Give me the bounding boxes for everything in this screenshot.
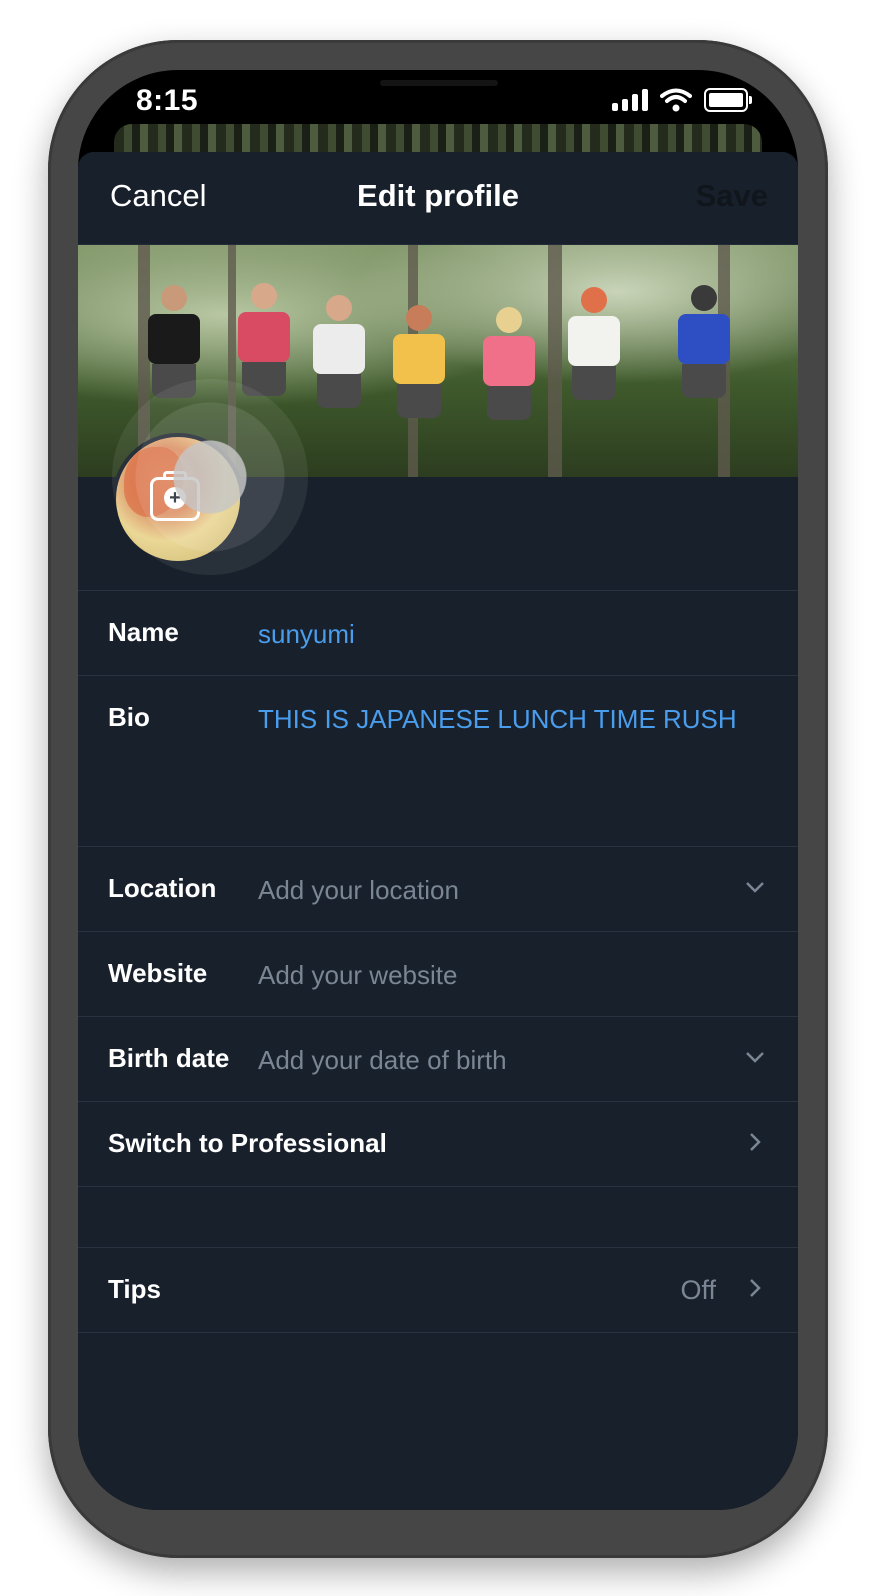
- name-row[interactable]: Name sunyumi: [78, 591, 798, 676]
- signal-icon: [612, 89, 648, 111]
- status-time: 8:15: [136, 84, 199, 117]
- location-field[interactable]: Add your location: [258, 875, 459, 906]
- edit-profile-sheet: Cancel Edit profile Save + Name sunyumi …: [78, 152, 798, 1510]
- wifi-icon: [660, 88, 692, 112]
- save-button[interactable]: Save: [696, 178, 768, 214]
- website-label: Website: [108, 958, 208, 988]
- bio-label: Bio: [108, 702, 150, 732]
- chevron-right-icon[interactable]: [746, 1279, 764, 1297]
- tips-status: Off: [680, 1275, 716, 1305]
- avatar[interactable]: +: [112, 433, 244, 565]
- phone-frame: 8:15 Cancel Edit profile Save + Name sun…: [48, 40, 828, 1558]
- chevron-down-icon[interactable]: [746, 1048, 764, 1066]
- switch-to-professional-label: Switch to Professional: [108, 1128, 387, 1158]
- section-spacer: [78, 1187, 798, 1248]
- chevron-down-icon[interactable]: [746, 878, 764, 896]
- switch-to-professional-row[interactable]: Switch to Professional: [78, 1102, 798, 1187]
- nav-bar: Cancel Edit profile Save: [78, 152, 798, 245]
- website-field[interactable]: Add your website: [258, 960, 457, 991]
- status-icons: [612, 88, 752, 112]
- location-row[interactable]: Location Add your location: [78, 847, 798, 932]
- notch: [320, 70, 558, 114]
- birth-date-label: Birth date: [108, 1043, 230, 1073]
- name-field[interactable]: sunyumi: [258, 619, 355, 650]
- tips-label: Tips: [108, 1274, 161, 1304]
- birth-date-field[interactable]: Add your date of birth: [258, 1045, 507, 1076]
- battery-icon: [704, 88, 752, 112]
- tips-row[interactable]: Tips Off: [78, 1248, 798, 1333]
- location-label: Location: [108, 873, 217, 903]
- birth-date-row[interactable]: Birth date Add your date of birth: [78, 1017, 798, 1102]
- website-row[interactable]: Website Add your website: [78, 932, 798, 1017]
- avatar-area: +: [78, 379, 798, 591]
- name-label: Name: [108, 617, 179, 647]
- bio-field[interactable]: THIS IS JAPANESE LUNCH TIME RUSH: [258, 704, 737, 735]
- page-title: Edit profile: [357, 178, 519, 213]
- add-photo-icon[interactable]: +: [150, 471, 200, 521]
- screen: 8:15 Cancel Edit profile Save + Name sun…: [78, 70, 798, 1510]
- bio-row[interactable]: Bio THIS IS JAPANESE LUNCH TIME RUSH: [78, 676, 798, 847]
- chevron-right-icon[interactable]: [746, 1133, 764, 1151]
